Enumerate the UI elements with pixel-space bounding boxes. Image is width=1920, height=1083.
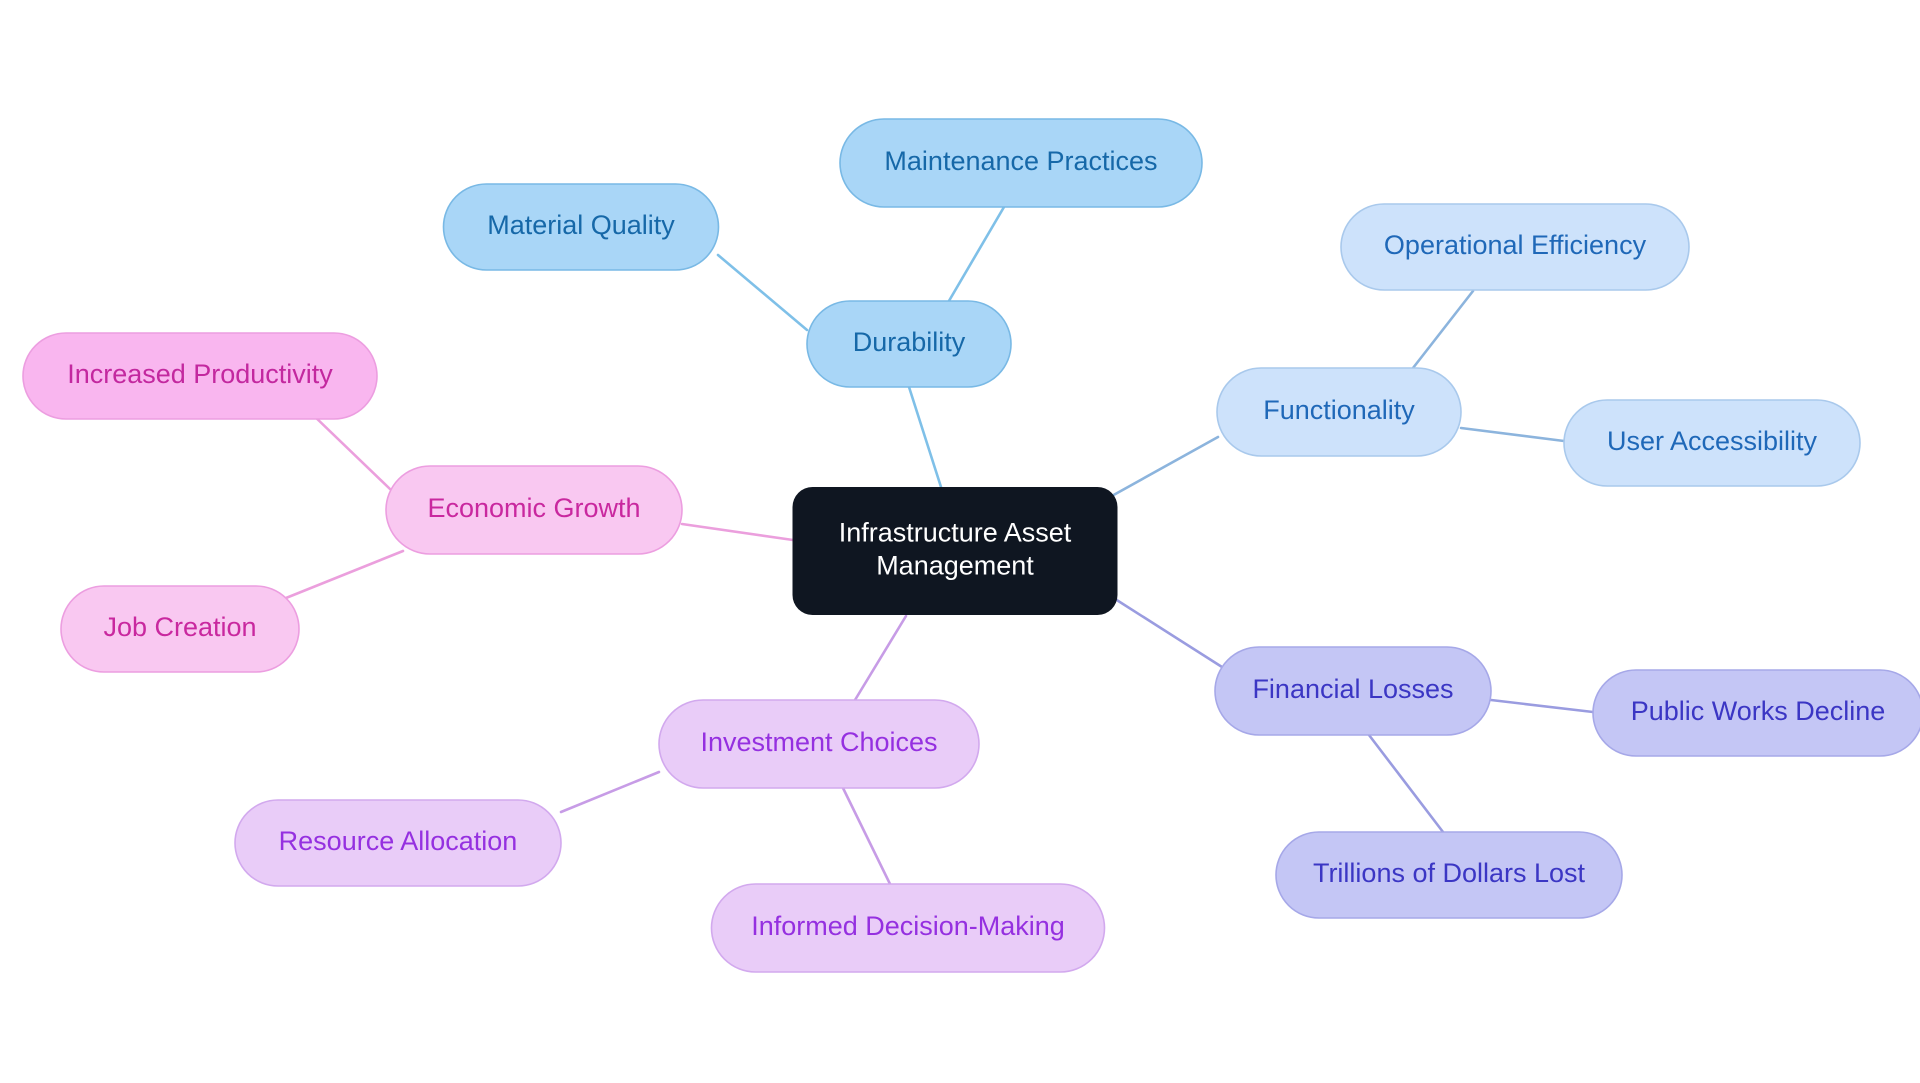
node-public-works-decline[interactable]: Public Works Decline (1592, 669, 1920, 757)
node-label: Durability (853, 327, 966, 357)
edge-line (716, 253, 809, 332)
edge-investment-informed-decision (841, 786, 892, 886)
node-increased-productivity[interactable]: Increased Productivity (22, 332, 378, 420)
node-label: Material Quality (487, 210, 675, 240)
edge-line (1367, 733, 1445, 834)
node-maintenance-practices[interactable]: Maintenance Practices (839, 118, 1203, 208)
edge-root-investment-choices (853, 614, 908, 702)
node-label: Informed Decision-Making (751, 911, 1065, 941)
edge-financial-trillions (1367, 733, 1445, 834)
edge-line (309, 411, 392, 491)
node-label: Resource Allocation (279, 826, 518, 856)
root-node-layer: Infrastructure AssetManagement (792, 487, 1118, 615)
node-job-creation[interactable]: Job Creation (60, 585, 300, 673)
edge-line (680, 522, 795, 542)
node-label: Investment Choices (700, 727, 937, 757)
edge-line (559, 770, 661, 814)
node-financial-losses[interactable]: Financial Losses (1214, 646, 1492, 736)
node-label: Operational Efficiency (1384, 230, 1647, 260)
node-material-quality[interactable]: Material Quality (442, 183, 720, 271)
node-user-accessibility[interactable]: User Accessibility (1563, 399, 1861, 487)
edge-line (1459, 426, 1566, 443)
edge-line (853, 614, 908, 702)
edge-line (279, 549, 405, 602)
mindmap-diagram: Durability Maintenance Practices Material … (22, 118, 1920, 973)
edge-line (841, 786, 892, 886)
edge-line (1110, 595, 1224, 669)
node-label: Economic Growth (427, 493, 640, 523)
node-trillions-of-dollars-lost[interactable]: Trillions of Dollars Lost (1275, 831, 1623, 919)
node-label: Management (876, 551, 1034, 581)
node-economic-growth[interactable]: Economic Growth (385, 465, 683, 555)
node-label: Public Works Decline (1631, 696, 1886, 726)
edge-line (1489, 698, 1595, 714)
edge-financial-public-works (1489, 698, 1595, 714)
mindmap-canvas: Durability Maintenance Practices Material … (0, 0, 1920, 1083)
node-resource-allocation[interactable]: Resource Allocation (234, 799, 562, 887)
node-label: Trillions of Dollars Lost (1313, 858, 1586, 888)
node-label: User Accessibility (1607, 426, 1818, 456)
node-operational-efficiency[interactable]: Operational Efficiency (1340, 203, 1690, 291)
node-label: Financial Losses (1252, 674, 1453, 704)
edge-line (1411, 289, 1475, 370)
edge-durability-maintenance (944, 205, 1006, 308)
node-label: Functionality (1263, 395, 1415, 425)
edge-root-economic-growth (680, 522, 795, 542)
node-informed-decision-making[interactable]: Informed Decision-Making (710, 883, 1106, 973)
node-root[interactable]: Infrastructure AssetManagement (792, 487, 1118, 615)
edge-economic-job-creation (279, 549, 405, 602)
node-durability[interactable]: Durability (806, 300, 1012, 388)
edge-line (944, 205, 1006, 308)
edge-functionality-user-accessibility (1459, 426, 1566, 443)
node-investment-choices[interactable]: Investment Choices (658, 699, 980, 789)
edge-line (1108, 435, 1220, 499)
edge-functionality-operational (1411, 289, 1475, 370)
node-label: Maintenance Practices (884, 146, 1157, 176)
edge-economic-increased-productivity (309, 411, 392, 491)
node-label: Job Creation (103, 612, 256, 642)
edge-durability-material-quality (716, 253, 809, 332)
edge-line (907, 385, 943, 489)
edge-investment-resource-allocation (559, 770, 661, 814)
edge-root-financial-losses (1110, 595, 1224, 669)
edge-root-functionality (1108, 435, 1220, 499)
node-label: Infrastructure Asset (839, 518, 1072, 548)
node-functionality[interactable]: Functionality (1216, 367, 1462, 457)
node-label: Increased Productivity (67, 359, 333, 389)
edge-root-durability (907, 385, 943, 489)
